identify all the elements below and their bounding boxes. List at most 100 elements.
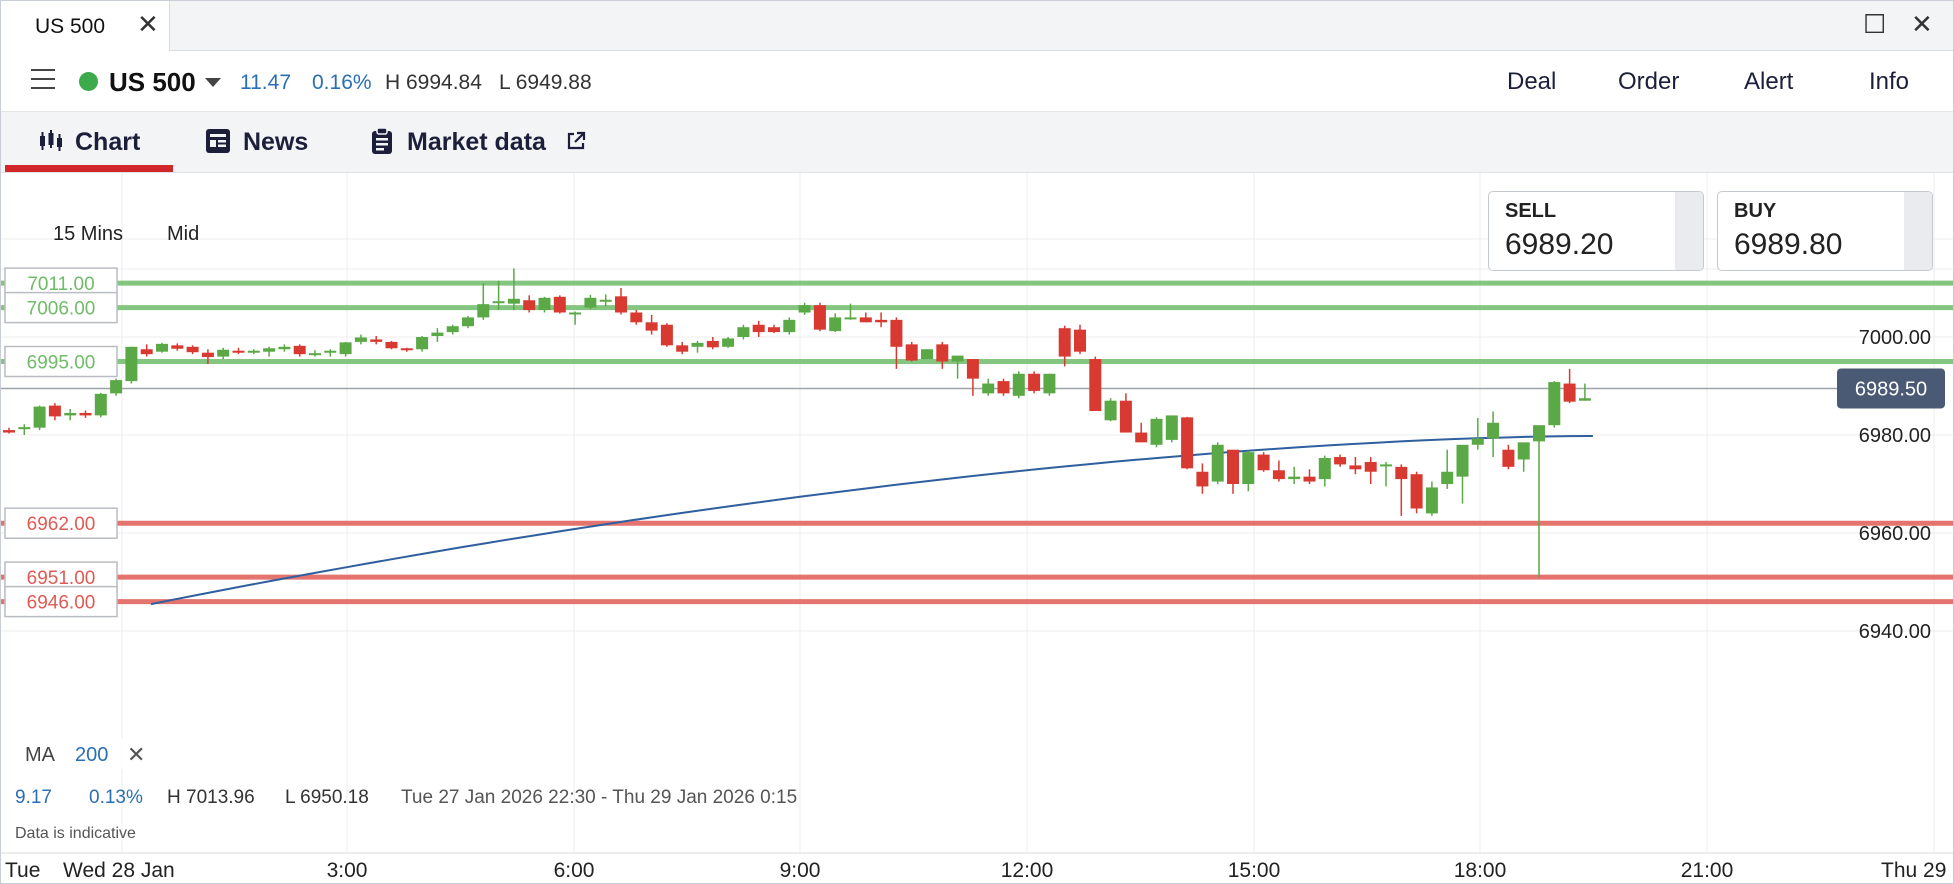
x-tick-label: Tue	[5, 859, 40, 882]
resistance-level-label: 6995.00	[27, 353, 96, 374]
candle-body	[1334, 457, 1347, 465]
instrument-tab[interactable]: US 500 ✕	[1, 1, 170, 51]
price-chart[interactable]: 7011.00 7006.00 6995.00 6962.00 6951.00 6946.…	[1, 173, 1953, 883]
candle	[110, 378, 123, 396]
candle	[48, 403, 61, 421]
candle-body	[293, 345, 306, 355]
candle	[1272, 460, 1285, 482]
candle	[1211, 442, 1224, 484]
sell-price: 6989.20	[1505, 228, 1614, 261]
tab-news-label: News	[243, 128, 309, 156]
resistance-level-label: 7006.00	[27, 299, 96, 320]
candle	[1548, 381, 1561, 428]
order-button[interactable]: Order	[1618, 68, 1679, 96]
tab-market-data-label: Market data	[407, 128, 546, 156]
candle-body	[1119, 400, 1132, 433]
header-change: 11.47	[240, 71, 291, 94]
x-tick-label: 3:00	[327, 859, 368, 882]
active-tab-indicator	[5, 165, 173, 172]
timeframe-selector[interactable]: 15 Mins	[53, 223, 123, 246]
sell-side-strip	[1675, 192, 1703, 270]
header-high: H 6994.84	[385, 71, 482, 94]
candle-body	[370, 339, 383, 342]
stats-change: 9.17	[15, 787, 52, 808]
candle	[599, 294, 612, 307]
candle-body	[125, 346, 138, 382]
candle-body	[783, 319, 796, 333]
x-tick-label: Wed 28 Jan	[63, 859, 175, 882]
candle	[1012, 371, 1025, 399]
candle-body	[997, 381, 1010, 394]
candle	[1456, 444, 1469, 504]
maximize-icon[interactable]: ☐	[1863, 11, 1886, 37]
candle-body	[156, 343, 168, 352]
buy-button[interactable]: BUY 6989.80	[1717, 191, 1933, 271]
market-status-dot	[79, 72, 98, 91]
candle	[1563, 368, 1576, 404]
candle-body	[691, 342, 704, 347]
candle-body	[1533, 425, 1545, 442]
y-tick-label: 6940.00	[1859, 621, 1931, 643]
candle-body	[79, 412, 92, 416]
candle-body	[1058, 328, 1071, 357]
candle-body	[553, 296, 566, 313]
support-level-label: 6962.00	[27, 514, 96, 535]
candle	[140, 344, 153, 357]
candle-body	[768, 327, 780, 333]
candle-body	[1288, 476, 1301, 480]
app-window: US 500 ✕ ☐ ✕ US 500 11.47 0.16% H 6994.8…	[0, 0, 1954, 884]
candle	[1135, 422, 1148, 443]
candle-body	[813, 305, 826, 330]
candle-body	[18, 427, 31, 430]
window-close-icon[interactable]: ✕	[1911, 11, 1933, 37]
candle-body	[798, 305, 811, 313]
remove-indicator-icon[interactable]: ✕	[127, 742, 145, 768]
tab-news[interactable]: News	[201, 112, 321, 172]
candle-body	[232, 350, 245, 353]
tab-bar: US 500 ✕ ☐ ✕	[1, 1, 1953, 51]
external-link-icon	[567, 131, 586, 150]
instrument-selector[interactable]: US 500	[109, 67, 196, 98]
tab-chart[interactable]: Chart	[31, 112, 171, 172]
info-button[interactable]: Info	[1869, 68, 1909, 96]
deal-button[interactable]: Deal	[1507, 68, 1556, 96]
menu-icon[interactable]	[31, 69, 55, 91]
chart-canvas[interactable]: 7011.007006.006995.006962.006951.006946.…	[1, 173, 1953, 883]
candle	[813, 302, 826, 332]
candle	[400, 347, 413, 352]
candle-body	[278, 346, 291, 350]
tab-close-icon[interactable]: ✕	[137, 11, 159, 37]
candle	[309, 350, 321, 357]
candle-body	[1303, 476, 1316, 482]
candle	[1471, 417, 1484, 450]
candle-body	[982, 383, 995, 394]
candle	[156, 342, 168, 353]
candle	[263, 346, 276, 357]
candle-body	[737, 327, 750, 337]
candle	[982, 378, 995, 396]
tab-market-data[interactable]: Market data	[367, 112, 597, 172]
candle-body	[569, 312, 582, 315]
candle	[94, 392, 107, 418]
candle-body	[844, 317, 857, 320]
alert-button[interactable]: Alert	[1744, 68, 1793, 96]
candle	[446, 324, 459, 335]
candle-body	[859, 317, 872, 323]
indicator-legend[interactable]: MA 200 ✕	[5, 739, 155, 769]
candle-body	[1089, 359, 1102, 411]
sub-tabs: Chart News Market data	[1, 112, 1953, 173]
candle-body	[538, 297, 551, 311]
sell-button[interactable]: SELL 6989.20	[1488, 191, 1704, 271]
candle-body	[1074, 329, 1086, 352]
candle	[615, 288, 627, 315]
candle	[921, 349, 933, 360]
candle	[1089, 356, 1102, 411]
chevron-down-icon[interactable]	[205, 78, 221, 87]
candle-body	[660, 324, 673, 346]
candle	[523, 295, 536, 313]
candle	[1517, 442, 1530, 472]
price-mode-selector[interactable]: Mid	[167, 223, 199, 246]
buy-price: 6989.80	[1734, 228, 1843, 261]
candle-body	[722, 338, 735, 347]
candle	[1242, 450, 1255, 492]
